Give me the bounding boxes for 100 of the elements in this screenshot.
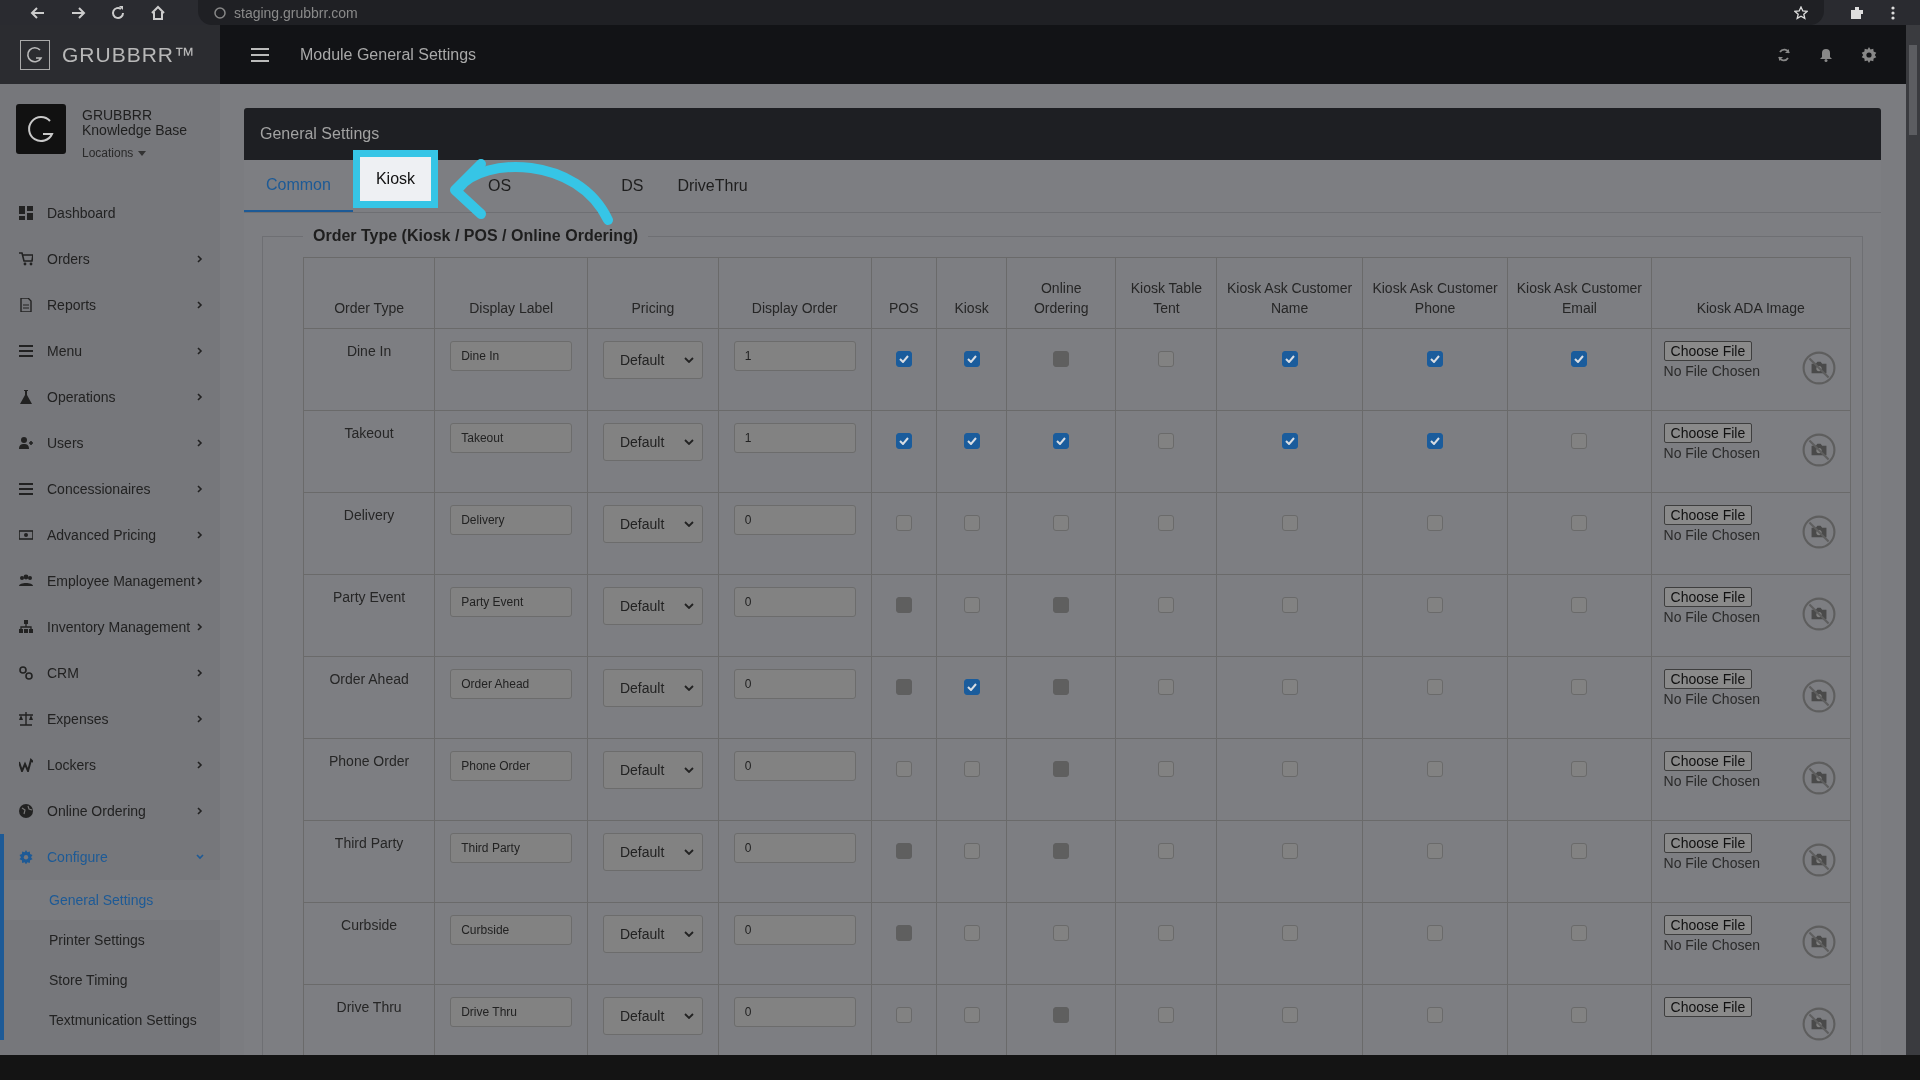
checkbox[interactable]: [963, 433, 980, 449]
star-icon[interactable]: [1794, 5, 1808, 20]
checkbox[interactable]: [963, 515, 980, 531]
checkbox[interactable]: [1427, 515, 1444, 531]
checkbox[interactable]: [1053, 515, 1070, 531]
pricing-select[interactable]: Default: [602, 587, 703, 625]
checkbox[interactable]: [1158, 1007, 1175, 1023]
choose-file-button[interactable]: Choose File: [1663, 915, 1753, 935]
choose-file-button[interactable]: Choose File: [1663, 997, 1753, 1017]
bell-icon[interactable]: [1819, 47, 1833, 62]
checkbox[interactable]: [1427, 925, 1444, 941]
checkbox[interactable]: [1158, 925, 1175, 941]
choose-file-button[interactable]: Choose File: [1663, 341, 1753, 361]
checkbox[interactable]: [1571, 761, 1588, 777]
nav-item[interactable]: Operations: [0, 374, 220, 420]
nav-item[interactable]: Online Ordering: [0, 788, 220, 834]
checkbox[interactable]: [1158, 433, 1175, 449]
order-field[interactable]: 0: [733, 669, 856, 699]
checkbox[interactable]: [963, 843, 980, 859]
checkbox[interactable]: [1427, 843, 1444, 859]
tab[interactable]: Kiosk: [352, 150, 439, 208]
tab[interactable]: DS: [533, 160, 666, 212]
label-field[interactable]: Curbside: [450, 915, 573, 945]
nav-item[interactable]: Menu: [0, 328, 220, 374]
checkbox[interactable]: [1281, 515, 1298, 531]
label-field[interactable]: Party Event: [450, 587, 573, 617]
more-icon[interactable]: [1890, 4, 1896, 21]
label-field[interactable]: Phone Order: [450, 751, 573, 781]
nav-item[interactable]: Advanced Pricing: [0, 512, 220, 558]
checkbox[interactable]: [1571, 351, 1588, 367]
nav-item[interactable]: Inventory Management: [0, 604, 220, 650]
label-field[interactable]: Delivery: [450, 505, 573, 535]
checkbox[interactable]: [1427, 351, 1444, 367]
checkbox[interactable]: [1571, 679, 1588, 695]
checkbox[interactable]: [1053, 925, 1070, 941]
checkbox[interactable]: [963, 761, 980, 777]
checkbox[interactable]: [1571, 1007, 1588, 1023]
checkbox[interactable]: [1427, 1007, 1444, 1023]
address-bar[interactable]: staging.grubbrr.com: [198, 0, 1824, 25]
nav-item[interactable]: Orders: [0, 236, 220, 282]
checkbox[interactable]: [963, 351, 980, 367]
nav-item[interactable]: Concessionaires: [0, 466, 220, 512]
order-field[interactable]: 1: [733, 423, 856, 453]
nav-item[interactable]: CRM: [0, 650, 220, 696]
checkbox[interactable]: [895, 1007, 912, 1023]
choose-file-button[interactable]: Choose File: [1663, 751, 1753, 771]
checkbox[interactable]: [895, 761, 912, 777]
checkbox[interactable]: [1281, 1007, 1298, 1023]
order-field[interactable]: 0: [733, 833, 856, 863]
tab[interactable]: OS: [438, 160, 534, 212]
checkbox[interactable]: [1571, 925, 1588, 941]
checkbox[interactable]: [1158, 351, 1175, 367]
checkbox[interactable]: [1158, 515, 1175, 531]
checkbox[interactable]: [1281, 679, 1298, 695]
checkbox[interactable]: [963, 1007, 980, 1023]
pricing-select[interactable]: Default: [602, 423, 703, 461]
checkbox[interactable]: [1571, 433, 1588, 449]
submenu-item[interactable]: Printer Settings: [4, 920, 220, 960]
pricing-select[interactable]: Default: [602, 997, 703, 1035]
checkbox[interactable]: [1281, 597, 1298, 613]
settings-icon[interactable]: [1861, 46, 1877, 63]
pricing-select[interactable]: Default: [602, 751, 703, 789]
locations-dropdown[interactable]: Locations: [82, 146, 147, 160]
checkbox[interactable]: [1281, 925, 1298, 941]
label-field[interactable]: Dine In: [450, 341, 573, 371]
checkbox[interactable]: [1281, 843, 1298, 859]
choose-file-button[interactable]: Choose File: [1663, 669, 1753, 689]
menu-icon[interactable]: [250, 46, 270, 63]
pricing-select[interactable]: Default: [602, 833, 703, 871]
checkbox[interactable]: [1158, 679, 1175, 695]
nav-item[interactable]: Expenses: [0, 696, 220, 742]
checkbox[interactable]: [1281, 351, 1298, 367]
puzzle-icon[interactable]: [1848, 4, 1866, 21]
order-field[interactable]: 0: [733, 915, 856, 945]
order-field[interactable]: 0: [733, 751, 856, 781]
checkbox[interactable]: [963, 679, 980, 695]
nav-item[interactable]: Reports: [0, 282, 220, 328]
label-field[interactable]: Drive Thru: [450, 997, 573, 1027]
checkbox[interactable]: [963, 597, 980, 613]
submenu-item[interactable]: Store Timing: [4, 960, 220, 1000]
pricing-select[interactable]: Default: [602, 669, 703, 707]
submenu-item[interactable]: Textmunication Settings: [4, 1000, 220, 1040]
order-field[interactable]: 0: [733, 997, 856, 1027]
forward-icon[interactable]: [70, 4, 86, 21]
choose-file-button[interactable]: Choose File: [1663, 423, 1753, 443]
checkbox[interactable]: [895, 433, 912, 449]
checkbox[interactable]: [1158, 597, 1175, 613]
checkbox[interactable]: [1571, 515, 1588, 531]
checkbox[interactable]: [1427, 679, 1444, 695]
label-field[interactable]: Third Party: [450, 833, 573, 863]
checkbox[interactable]: [1158, 843, 1175, 859]
checkbox[interactable]: [1158, 761, 1175, 777]
reload-icon[interactable]: [110, 4, 126, 21]
nav-item[interactable]: Employee Management: [0, 558, 220, 604]
checkbox[interactable]: [963, 925, 980, 941]
nav-item[interactable]: Lockers: [0, 742, 220, 788]
nav-item[interactable]: Users: [0, 420, 220, 466]
checkbox[interactable]: [1571, 597, 1588, 613]
order-field[interactable]: 0: [733, 505, 856, 535]
nav-item[interactable]: Dashboard: [0, 190, 220, 236]
